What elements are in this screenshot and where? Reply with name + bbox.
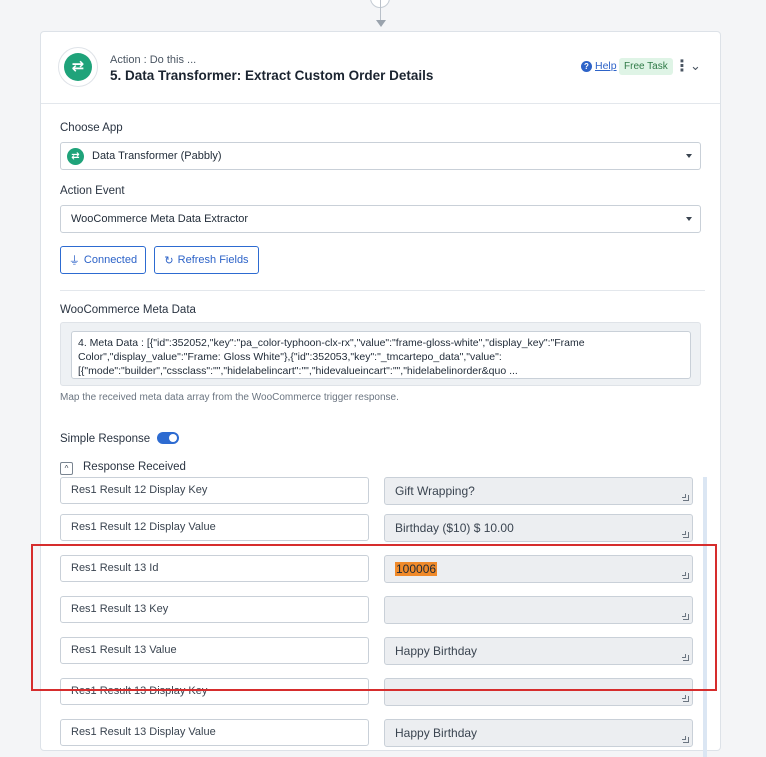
app-logo-icon: ⇄ <box>67 147 84 165</box>
choose-app-value: Data Transformer (Pabbly) <box>92 150 222 162</box>
field-value-box[interactable]: Happy Birthday <box>384 719 693 747</box>
field-value-box[interactable] <box>384 678 693 706</box>
refresh-label: Refresh Fields <box>177 254 249 266</box>
meta-data-container: 4. Meta Data : [{"id":352052,"key":"pa_c… <box>60 322 701 386</box>
resize-grip-icon[interactable] <box>682 572 689 579</box>
help-label: Help <box>595 60 617 72</box>
free-task-badge: Free Task <box>619 58 673 75</box>
field-value-box[interactable] <box>384 596 693 624</box>
field-value-box[interactable]: Happy Birthday <box>384 637 693 665</box>
field-value-box[interactable]: Birthday ($10) $ 10.00 <box>384 514 693 542</box>
help-link[interactable]: ? Help <box>581 60 617 72</box>
connector-arrow-icon <box>376 20 386 27</box>
transform-arrows-icon: ⇄ <box>64 53 92 81</box>
step-title: 5. Data Transformer: Extract Custom Orde… <box>110 68 434 83</box>
field-key-box: Res1 Result 13 Id <box>60 555 369 582</box>
connected-button[interactable]: ⏚ Connected <box>60 246 146 274</box>
field-value-text: Birthday ($10) $ 10.00 <box>395 521 514 535</box>
resize-grip-icon[interactable] <box>682 613 689 620</box>
simple-response-label: Simple Response <box>60 433 151 445</box>
resize-grip-icon[interactable] <box>682 531 689 538</box>
action-event-label: Action Event <box>60 185 125 197</box>
connector-line <box>380 0 381 22</box>
help-icon: ? <box>581 60 592 72</box>
field-value-text: Happy Birthday <box>395 726 478 740</box>
field-value-box[interactable]: 100006 <box>384 555 693 583</box>
refresh-icon: ↻ <box>164 254 174 267</box>
field-key-box: Res1 Result 13 Display Value <box>60 719 369 746</box>
step-header[interactable]: ⇄ Action : Do this ... 5. Data Transform… <box>41 32 720 104</box>
action-event-value: WooCommerce Meta Data Extractor <box>71 213 249 225</box>
field-value-text: Happy Birthday <box>395 644 478 658</box>
resize-grip-icon[interactable] <box>682 695 689 702</box>
field-key-box: Res1 Result 13 Value <box>60 637 369 664</box>
meta-data-field[interactable]: 4. Meta Data : [{"id":352052,"key":"pa_c… <box>71 331 691 379</box>
collapse-response-button[interactable]: ^ <box>60 462 73 475</box>
simple-response-toggle[interactable] <box>157 432 179 444</box>
step-subtitle: Action : Do this ... <box>110 54 197 66</box>
resize-grip-icon[interactable] <box>682 494 689 501</box>
app-logo: ⇄ <box>58 47 98 87</box>
resize-grip-icon[interactable] <box>682 736 689 743</box>
dropdown-caret-icon <box>686 154 692 158</box>
field-key-box: Res1 Result 12 Display Key <box>60 477 369 504</box>
connected-label: Connected <box>83 254 138 266</box>
field-value-text: Gift Wrapping? <box>395 484 475 498</box>
dropdown-caret-icon <box>686 217 692 221</box>
resize-grip-icon[interactable] <box>682 654 689 661</box>
choose-app-label: Choose App <box>60 122 123 134</box>
section-divider <box>60 290 705 291</box>
plug-icon: ⏚ <box>68 255 80 267</box>
action-event-select[interactable]: WooCommerce Meta Data Extractor <box>60 205 701 233</box>
refresh-fields-button[interactable]: ↻ Refresh Fields <box>154 246 259 274</box>
field-key-box: Res1 Result 12 Display Value <box>60 514 369 541</box>
meta-data-helper-text: Map the received meta data array from th… <box>60 392 399 403</box>
choose-app-select[interactable]: ⇄ Data Transformer (Pabbly) <box>60 142 701 170</box>
field-value-box[interactable]: Gift Wrapping? <box>384 477 693 505</box>
response-fields-list: Res1 Result 12 Display Key Gift Wrapping… <box>41 477 720 757</box>
action-step-card: ⇄ Action : Do this ... 5. Data Transform… <box>40 31 721 757</box>
more-options-icon[interactable]: ⋮ <box>674 59 690 75</box>
meta-data-label: WooCommerce Meta Data <box>60 304 196 316</box>
field-key-box: Res1 Result 13 Display Key <box>60 678 369 705</box>
collapse-chevron-icon[interactable]: ⌄ <box>690 58 701 74</box>
highlighted-value-text: 100006 <box>395 562 438 576</box>
response-received-label: Response Received <box>83 461 186 473</box>
scrollbar[interactable] <box>703 477 707 757</box>
field-key-box: Res1 Result 13 Key <box>60 596 369 623</box>
